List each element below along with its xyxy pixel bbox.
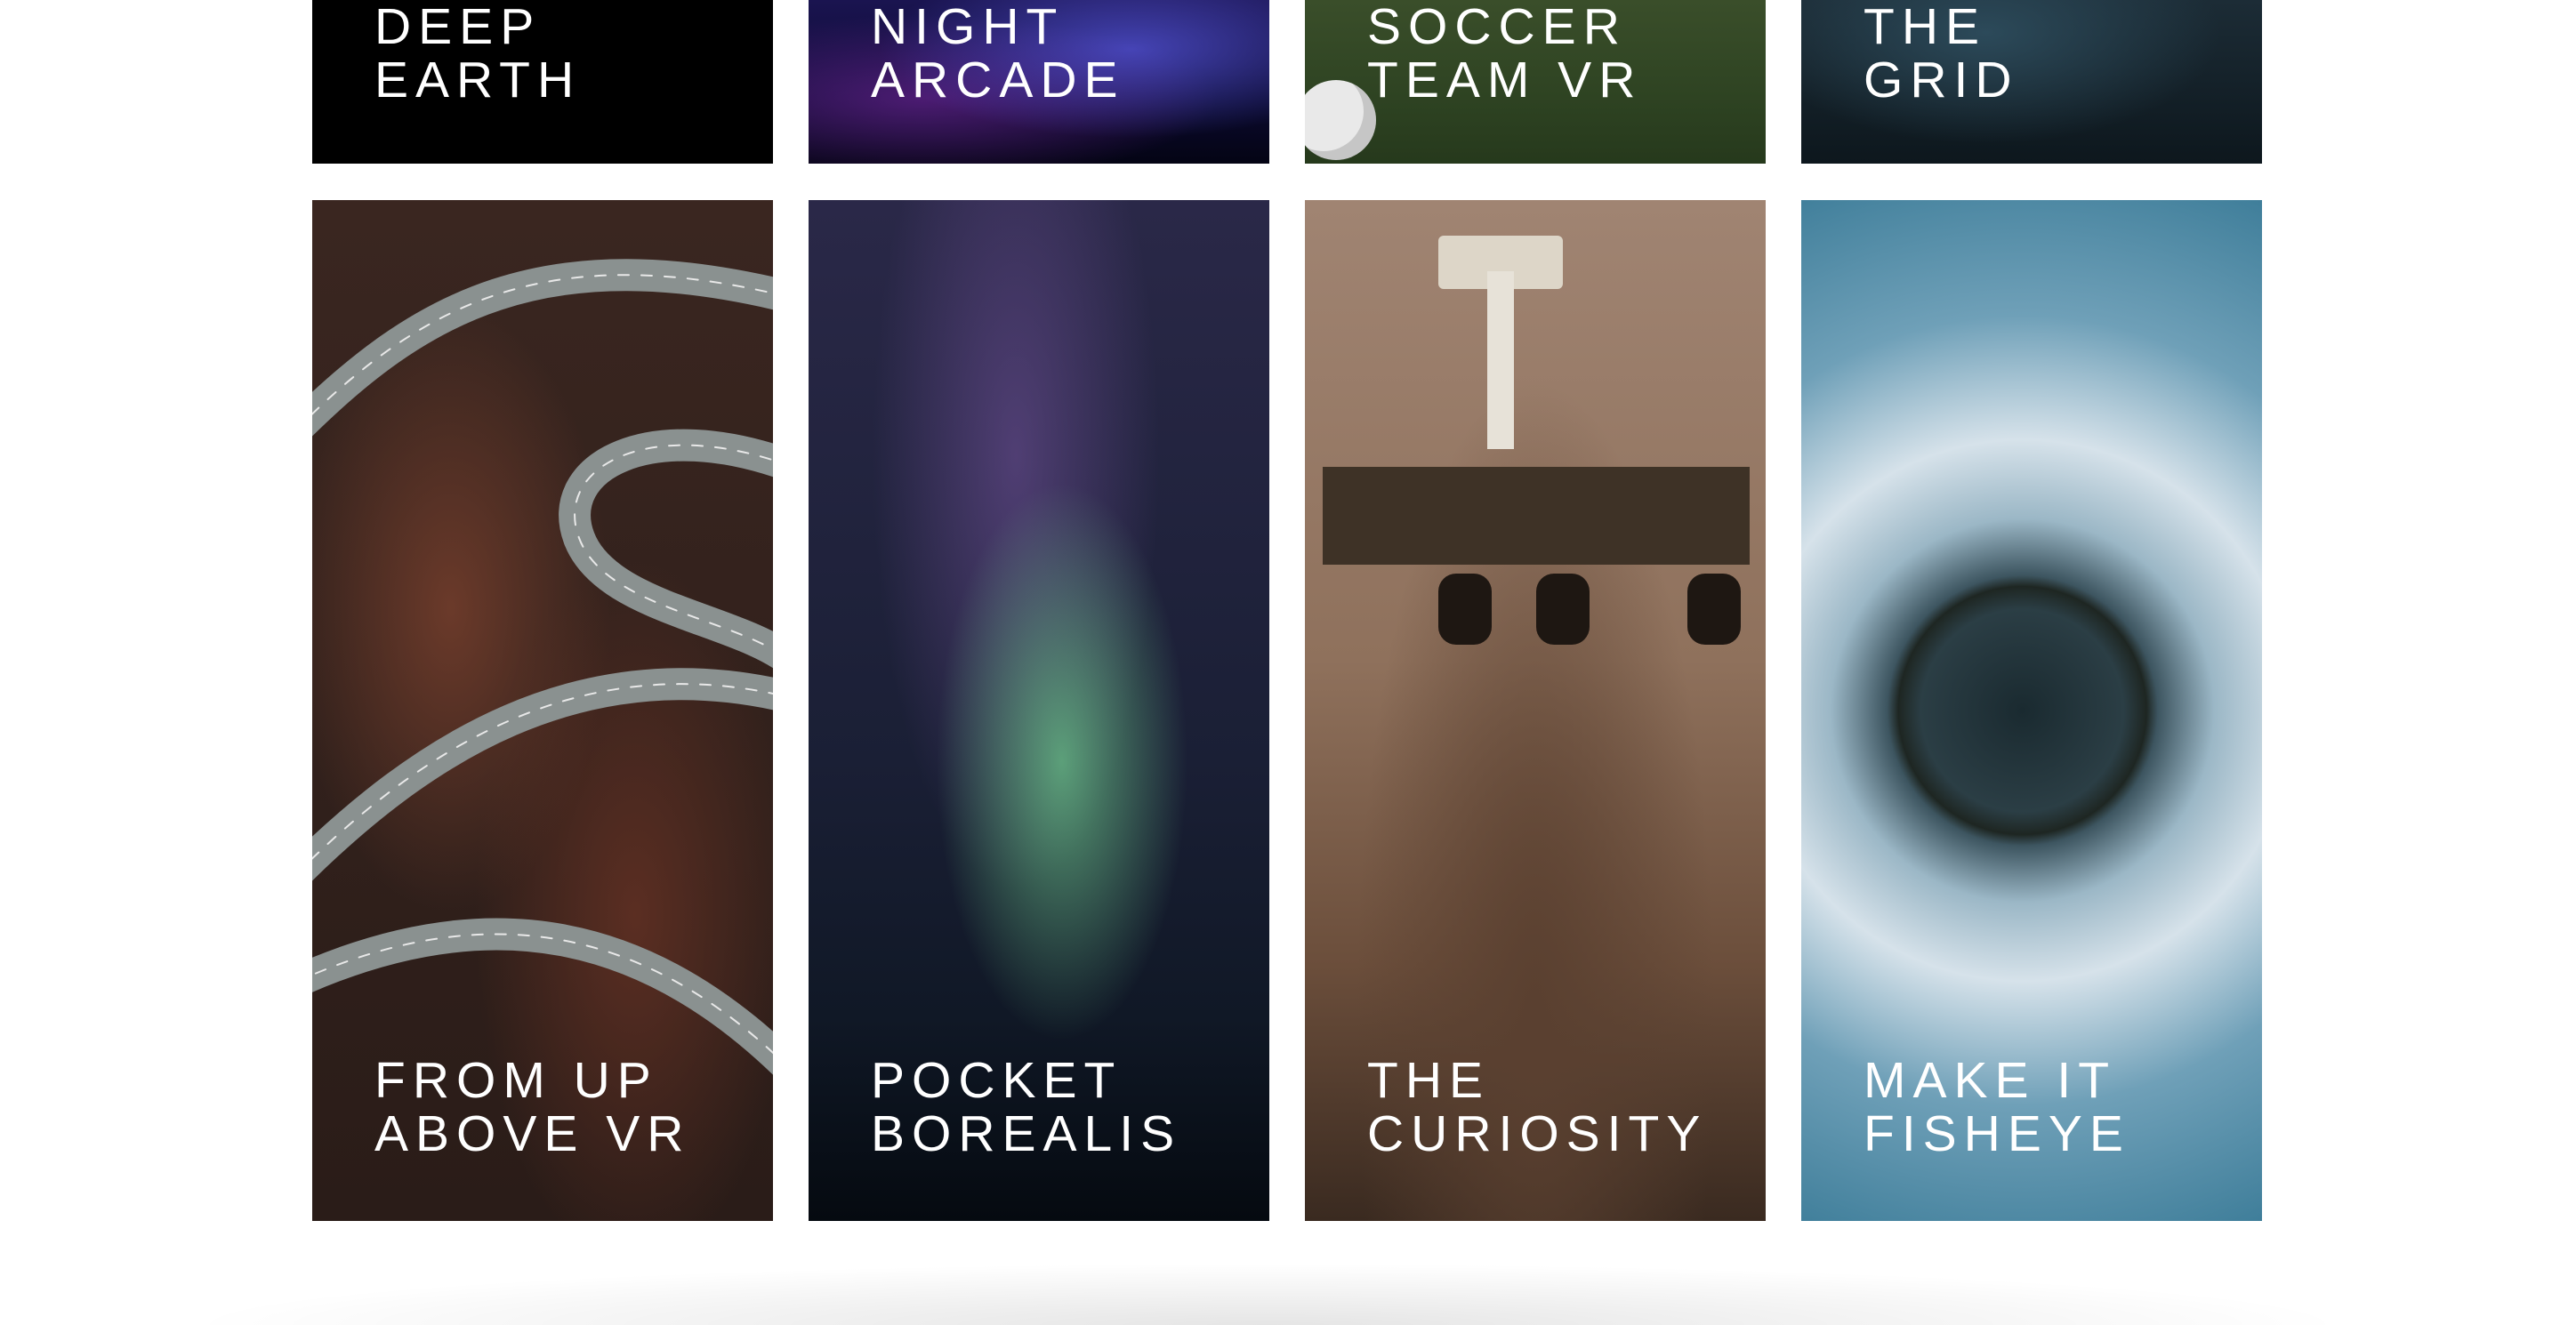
card-soccer-team-vr[interactable]: SOCCER TEAM VR: [1305, 0, 1766, 164]
card-title-line: SOCCER: [1367, 0, 1627, 55]
card-title-line: BOREALIS: [871, 1105, 1182, 1162]
card-title-line: POCKET: [871, 1052, 1123, 1109]
card-title-line: CURIOSITY: [1367, 1105, 1708, 1162]
card-title-line: THE: [1864, 0, 1986, 55]
card-title-line: DEEP: [374, 0, 542, 55]
card-from-up-above-vr[interactable]: FROM UP ABOVE VR: [312, 200, 773, 1221]
card-title-line: EARTH: [374, 52, 582, 108]
card-title: THE CURIOSITY: [1367, 1054, 1707, 1160]
rover-body-image: [1323, 467, 1750, 565]
card-title-line: NIGHT: [871, 0, 1065, 55]
card-night-arcade[interactable]: NIGHT ARCADE: [809, 0, 1269, 164]
card-title-line: TEAM VR: [1367, 52, 1643, 108]
card-title: POCKET BOREALIS: [871, 1054, 1181, 1160]
card-title-line: FROM UP: [374, 1052, 658, 1109]
rover-wheel-image: [1438, 574, 1492, 645]
card-title-line: FISHEYE: [1864, 1105, 2130, 1162]
card-title: SOCCER TEAM VR: [1367, 0, 1642, 107]
card-title-line: MAKE IT: [1864, 1052, 2117, 1109]
card-title: DEEP EARTH: [374, 0, 581, 107]
soccer-ball-image: [1305, 80, 1376, 160]
card-the-grid[interactable]: THE GRID: [1801, 0, 2262, 164]
card-make-it-fisheye[interactable]: MAKE IT FISHEYE: [1801, 200, 2262, 1221]
card-title: NIGHT ARCADE: [871, 0, 1125, 107]
card-title: MAKE IT FISHEYE: [1864, 1054, 2130, 1160]
card-the-curiosity[interactable]: THE CURIOSITY: [1305, 200, 1766, 1221]
rover-mast-image: [1487, 271, 1514, 449]
experience-gallery: DEEP EARTH NIGHT ARCADE SOCCER TEAM VR T…: [0, 0, 2576, 1325]
card-deep-earth[interactable]: DEEP EARTH: [312, 0, 773, 164]
card-title: THE GRID: [1864, 0, 2019, 107]
card-title-line: ARCADE: [871, 52, 1125, 108]
card-pocket-borealis[interactable]: POCKET BOREALIS: [809, 200, 1269, 1221]
card-title-line: THE: [1367, 1052, 1490, 1109]
rover-wheel-image: [1687, 574, 1741, 645]
card-title-line: ABOVE VR: [374, 1105, 691, 1162]
card-title: FROM UP ABOVE VR: [374, 1054, 690, 1160]
card-title-line: GRID: [1864, 52, 2019, 108]
section-divider-shadow: [178, 1263, 2357, 1325]
rover-wheel-image: [1536, 574, 1590, 645]
